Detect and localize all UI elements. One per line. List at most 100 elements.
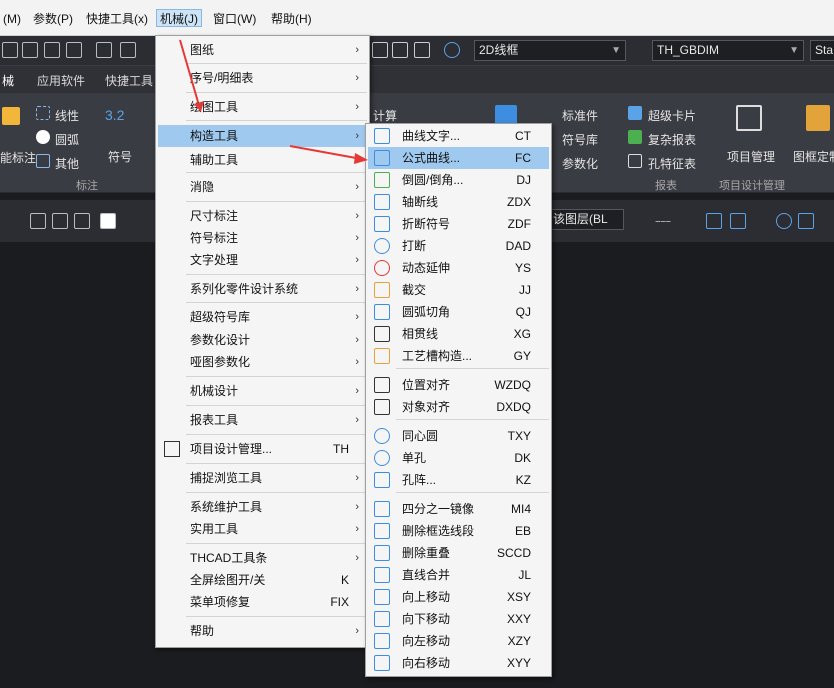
ribbon-linear[interactable]: 线性 <box>55 107 79 124</box>
main-menu-item[interactable]: 符号标注 › <box>158 227 367 249</box>
main-menu-item[interactable]: 参数化设计 › <box>158 329 367 351</box>
ortho-icon[interactable] <box>754 213 770 229</box>
main-menu-item[interactable]: 系列化零件设计系统 › <box>158 278 367 300</box>
main-menu-item[interactable]: THCAD工具条 › <box>158 547 367 569</box>
main-menu-item[interactable]: 构造工具 › <box>158 125 367 147</box>
menu-window[interactable]: 窗口(W) <box>210 10 259 28</box>
number-label[interactable]: 3.2 <box>105 107 124 123</box>
submenu-item[interactable]: 单孔 DK <box>368 447 549 469</box>
line-icon[interactable] <box>676 213 692 229</box>
submenu-item[interactable]: 轴断线 ZDX <box>368 191 549 213</box>
layer-state-icon[interactable] <box>30 213 46 229</box>
submenu-item[interactable]: 同心圆 TXY <box>368 425 549 447</box>
main-menu-item[interactable]: 序号/明细表 › <box>158 67 367 89</box>
text-style-select[interactable]: Sta <box>810 40 834 61</box>
help-icon[interactable] <box>444 42 460 58</box>
main-menu-item[interactable]: 报表工具 › <box>158 409 367 431</box>
ribbon-project-manage[interactable]: 项目管理 <box>727 148 775 165</box>
main-menu-item[interactable]: 消隐 › <box>158 176 367 198</box>
complex-report-icon[interactable] <box>628 130 642 144</box>
submenu-item[interactable]: 向左移动 XZY <box>368 630 549 652</box>
select-cross-icon[interactable] <box>44 42 60 58</box>
view-cube-icon[interactable] <box>96 42 112 58</box>
ribbon-calc[interactable]: 计算 <box>373 107 397 124</box>
main-menu-item[interactable]: 项目设计管理... TH <box>158 438 367 460</box>
select-window-icon[interactable] <box>22 42 38 58</box>
ribbon-symbol-lib[interactable]: 符号库 <box>562 131 598 148</box>
submenu-item[interactable]: 动态延伸 YS <box>368 257 549 279</box>
ribbon-param[interactable]: 参数化 <box>562 155 598 172</box>
color-swatch-icon[interactable] <box>100 213 116 229</box>
main-menu-item[interactable]: 哑图参数化 › <box>158 351 367 373</box>
submenu-item[interactable]: 向右移动 XYY <box>368 652 549 674</box>
submenu-item[interactable]: 工艺槽构造... GY <box>368 345 549 367</box>
submenu-item[interactable]: 向下移动 XXY <box>368 608 549 630</box>
menu-mechanical[interactable]: 机械(J) <box>156 9 202 27</box>
main-menu-item[interactable]: 图纸 › <box>158 39 367 61</box>
ribbon-super-card[interactable]: 超级卡片 <box>648 107 696 124</box>
layer-match-icon[interactable] <box>74 213 90 229</box>
main-menu-item[interactable]: 超级符号库 › <box>158 306 367 328</box>
main-menu-item[interactable]: 系统维护工具 › <box>158 496 367 518</box>
super-card-icon[interactable] <box>628 106 642 120</box>
dim-style-select[interactable]: TH_GBDIM ▼ <box>652 40 804 61</box>
submenu-item[interactable]: 截交 JJ <box>368 279 549 301</box>
ribbon-dim-label[interactable]: 能标注 <box>0 149 36 166</box>
layer-iso-icon[interactable] <box>52 213 68 229</box>
main-menu-item[interactable]: 全屏绘图开/关 K <box>158 569 367 591</box>
polar-icon[interactable] <box>776 213 792 229</box>
select-filter-icon[interactable] <box>66 42 82 58</box>
tab-mechanical[interactable]: 械 <box>2 72 14 89</box>
tab-apps[interactable]: 应用软件 <box>37 72 85 89</box>
view-3d-icon[interactable] <box>120 42 136 58</box>
ribbon-complex-report[interactable]: 复杂报表 <box>648 131 696 148</box>
plot-icon[interactable] <box>372 42 388 58</box>
linear-dim-icon[interactable] <box>36 106 50 120</box>
submenu-item[interactable]: 圆弧切角 QJ <box>368 301 549 323</box>
submenu-item[interactable]: 向上移动 XSY <box>368 586 549 608</box>
main-menu-item[interactable]: 机械设计 › <box>158 380 367 402</box>
submenu-item[interactable]: 公式曲线... FC <box>368 147 549 169</box>
submenu-item[interactable]: 打断 DAD <box>368 235 549 257</box>
layer-select[interactable]: 该图层(BL <box>548 209 624 230</box>
linetype-icon[interactable] <box>655 221 671 222</box>
select-icon[interactable] <box>2 42 18 58</box>
more-icon[interactable] <box>822 213 834 229</box>
grid-icon[interactable] <box>798 213 814 229</box>
submenu-item[interactable]: 折断符号 ZDF <box>368 213 549 235</box>
main-menu-item[interactable]: 帮助 › <box>158 620 367 642</box>
menu-m[interactable]: (M) <box>0 10 24 28</box>
ribbon-hole-table[interactable]: 孔特征表 <box>648 155 696 172</box>
lightning-icon[interactable] <box>2 107 20 125</box>
menu-quick-tools[interactable]: 快捷工具(x) <box>83 10 151 28</box>
visual-style-select[interactable]: 2D线框 ▼ <box>474 40 626 61</box>
submenu-item[interactable]: 孔阵... KZ <box>368 469 549 491</box>
submenu-item[interactable]: 位置对齐 WZDQ <box>368 374 549 396</box>
submenu-item[interactable]: 四分之一镜像 MI4 <box>368 498 549 520</box>
other-icon[interactable] <box>36 154 50 168</box>
arc-icon[interactable] <box>36 130 50 144</box>
eraser-icon[interactable] <box>392 42 408 58</box>
project-manage-icon[interactable] <box>736 105 762 131</box>
calculator-icon[interactable] <box>414 42 430 58</box>
ribbon-other[interactable]: 其他 <box>55 155 79 172</box>
submenu-item[interactable]: 倒圆/倒角... DJ <box>368 169 549 191</box>
submenu-item[interactable]: 对象对齐 DXDQ <box>368 396 549 418</box>
ribbon-std-part[interactable]: 标准件 <box>562 107 598 124</box>
submenu-item[interactable]: 直线合并 JL <box>368 564 549 586</box>
frame-custom-icon[interactable] <box>806 105 830 131</box>
ribbon-arc[interactable]: 圆弧 <box>55 131 79 148</box>
main-menu-item[interactable]: 实用工具 › <box>158 518 367 540</box>
main-menu-item[interactable]: 辅助工具 › <box>158 149 367 171</box>
menu-help[interactable]: 帮助(H) <box>268 10 315 28</box>
tab-quick-tools[interactable]: 快捷工具 <box>105 72 153 89</box>
hole-table-icon[interactable] <box>628 154 642 168</box>
main-menu-item[interactable]: 菜单项修复 FIX <box>158 591 367 613</box>
menu-params[interactable]: 参数(P) <box>30 10 76 28</box>
main-menu-item[interactable]: 绘图工具 › <box>158 96 367 118</box>
ribbon-frame-custom[interactable]: 图框定制 <box>793 148 834 165</box>
main-menu-item[interactable]: 文字处理 › <box>158 249 367 271</box>
ribbon-symbol[interactable]: 符号 <box>108 148 132 165</box>
submenu-item[interactable]: 曲线文字... CT <box>368 125 549 147</box>
submenu-item[interactable]: 相贯线 XG <box>368 323 549 345</box>
